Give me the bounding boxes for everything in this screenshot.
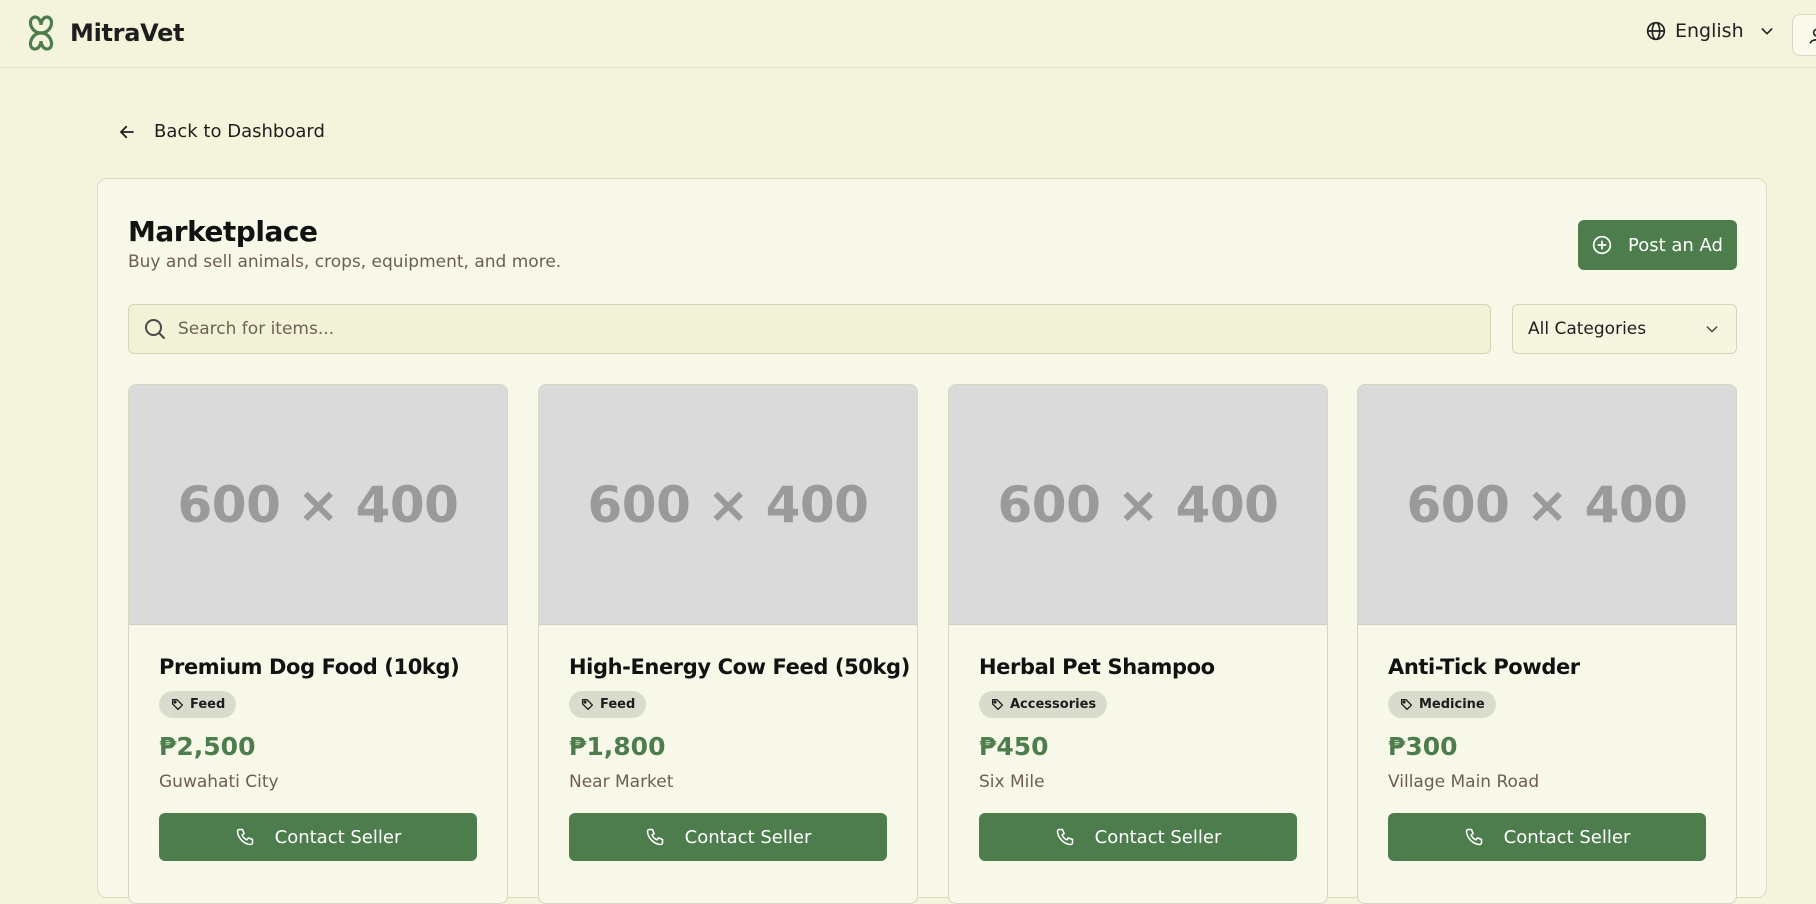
product-location: Near Market	[569, 772, 674, 792]
product-image-placeholder: 600 × 400	[949, 385, 1327, 625]
brand[interactable]: MitraVet	[24, 14, 185, 52]
back-label: Back to Dashboard	[154, 121, 325, 142]
product-card: 600 × 400 Anti-Tick Powder Medicine ₱300…	[1357, 384, 1737, 904]
phone-icon	[236, 828, 253, 846]
product-price: ₱450	[979, 732, 1049, 761]
back-to-dashboard-link[interactable]: Back to Dashboard	[118, 121, 325, 142]
chevron-down-icon	[1761, 28, 1773, 35]
product-price: ₱1,800	[569, 732, 666, 761]
contact-seller-label: Contact Seller	[684, 826, 812, 848]
product-card: 600 × 400 Premium Dog Food (10kg) Feed ₱…	[128, 384, 508, 904]
plus-circle-icon	[1592, 235, 1612, 255]
page-subtitle: Buy and sell animals, crops, equipment, …	[128, 252, 562, 272]
product-location: Guwahati City	[159, 772, 279, 792]
tag-icon	[171, 698, 184, 711]
product-image-placeholder: 600 × 400	[129, 385, 507, 625]
product-card: 600 × 400 High-Energy Cow Feed (50kg) Fe…	[538, 384, 918, 904]
category-label: Medicine	[1419, 697, 1485, 712]
product-image-placeholder: 600 × 400	[539, 385, 917, 625]
product-name: Premium Dog Food (10kg)	[159, 655, 460, 679]
image-placeholder-text: 600 × 400	[177, 475, 459, 534]
contact-seller-label: Contact Seller	[274, 826, 402, 848]
product-card: 600 × 400 Herbal Pet Shampoo Accessories…	[948, 384, 1328, 904]
category-badge: Medicine	[1388, 691, 1496, 718]
image-placeholder-text: 600 × 400	[997, 475, 1279, 534]
product-name: Herbal Pet Shampoo	[979, 655, 1215, 679]
tag-icon	[581, 698, 594, 711]
category-label: Accessories	[1010, 697, 1097, 712]
post-ad-label: Post an Ad	[1628, 234, 1723, 256]
phone-icon	[1056, 828, 1073, 846]
category-selected-label: All Categories	[1528, 319, 1647, 339]
product-image-placeholder: 600 × 400	[1358, 385, 1736, 625]
contact-seller-label: Contact Seller	[1503, 826, 1631, 848]
tag-icon	[991, 698, 1004, 711]
phone-icon	[1465, 828, 1482, 846]
image-placeholder-text: 600 × 400	[587, 475, 869, 534]
product-location: Six Mile	[979, 772, 1045, 792]
brand-name: MitraVet	[70, 19, 185, 47]
language-selector[interactable]: English	[1646, 20, 1775, 42]
product-location: Village Main Road	[1388, 772, 1540, 792]
arrow-left-icon	[120, 125, 134, 138]
product-name: Anti-Tick Powder	[1388, 655, 1580, 679]
chevron-down-icon	[1706, 326, 1718, 333]
category-badge: Accessories	[979, 691, 1108, 718]
user-menu-button[interactable]	[1792, 14, 1816, 56]
mitravet-logo-icon	[28, 15, 54, 51]
category-label: Feed	[600, 697, 636, 712]
search-input[interactable]	[178, 319, 1490, 339]
category-badge: Feed	[569, 691, 647, 718]
product-price: ₱300	[1388, 732, 1458, 761]
contact-seller-button[interactable]: Contact Seller	[1388, 813, 1706, 861]
product-name: High-Energy Cow Feed (50kg)	[569, 655, 910, 679]
page-title: Marketplace	[128, 215, 318, 248]
category-badge: Feed	[159, 691, 237, 718]
category-label: Feed	[190, 697, 226, 712]
globe-icon	[1646, 21, 1666, 41]
phone-icon	[646, 828, 663, 846]
language-label: English	[1675, 20, 1744, 42]
post-ad-button[interactable]: Post an Ad	[1578, 220, 1737, 270]
contact-seller-label: Contact Seller	[1094, 826, 1222, 848]
search-box	[128, 304, 1491, 354]
marketplace-panel: Marketplace Buy and sell animals, crops,…	[97, 178, 1767, 904]
product-price: ₱2,500	[159, 732, 256, 761]
contact-seller-button[interactable]: Contact Seller	[569, 813, 887, 861]
contact-seller-button[interactable]: Contact Seller	[979, 813, 1297, 861]
contact-seller-button[interactable]: Contact Seller	[159, 813, 477, 861]
category-select[interactable]: All Categories	[1512, 304, 1737, 354]
user-icon	[1809, 28, 1816, 44]
image-placeholder-text: 600 × 400	[1406, 475, 1688, 534]
top-navbar: MitraVet English	[0, 0, 1816, 68]
search-icon	[145, 319, 165, 339]
tag-icon	[1400, 698, 1413, 711]
